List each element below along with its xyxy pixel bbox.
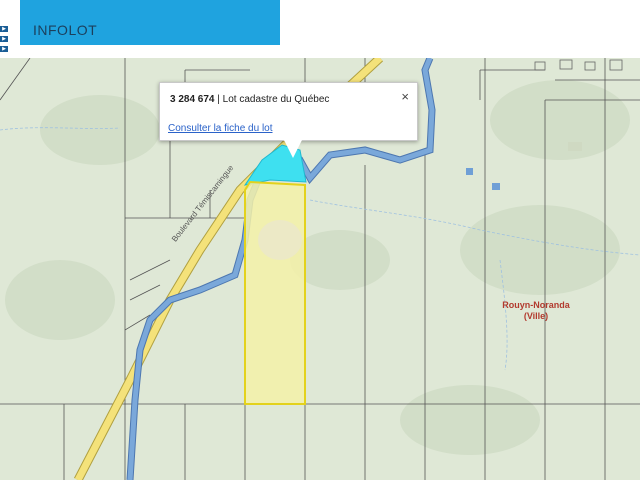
side-tab-strip: ▶ ▶ ▶ (0, 26, 8, 56)
lot-number: 3 284 674 (170, 94, 215, 105)
lot-clearing (258, 220, 302, 260)
app-banner: INFOLOT (20, 0, 280, 45)
selected-lot[interactable] (244, 180, 306, 405)
side-tab-2[interactable]: ▶ (0, 36, 8, 42)
close-icon[interactable]: × (401, 90, 409, 103)
popup-title: 3 284 674 | Lot cadastre du Québec (170, 94, 329, 105)
side-tab-3[interactable]: ▶ (0, 46, 8, 52)
place-label: Rouyn-Noranda (Ville) (491, 300, 581, 322)
lot-type: | Lot cadastre du Québec (214, 94, 330, 105)
place-label-type: (Ville) (523, 311, 549, 321)
popup-pointer (283, 138, 303, 158)
place-label-name: Rouyn-Noranda (502, 300, 570, 310)
lot-details-link[interactable]: Consulter la fiche du lot (168, 123, 273, 134)
app-title: INFOLOT (33, 22, 98, 38)
lot-popup: 3 284 674 | Lot cadastre du Québec × Con… (159, 82, 418, 141)
top-header: ▶ ▶ ▶ INFOLOT (0, 0, 640, 58)
side-tab-1[interactable]: ▶ (0, 26, 8, 32)
